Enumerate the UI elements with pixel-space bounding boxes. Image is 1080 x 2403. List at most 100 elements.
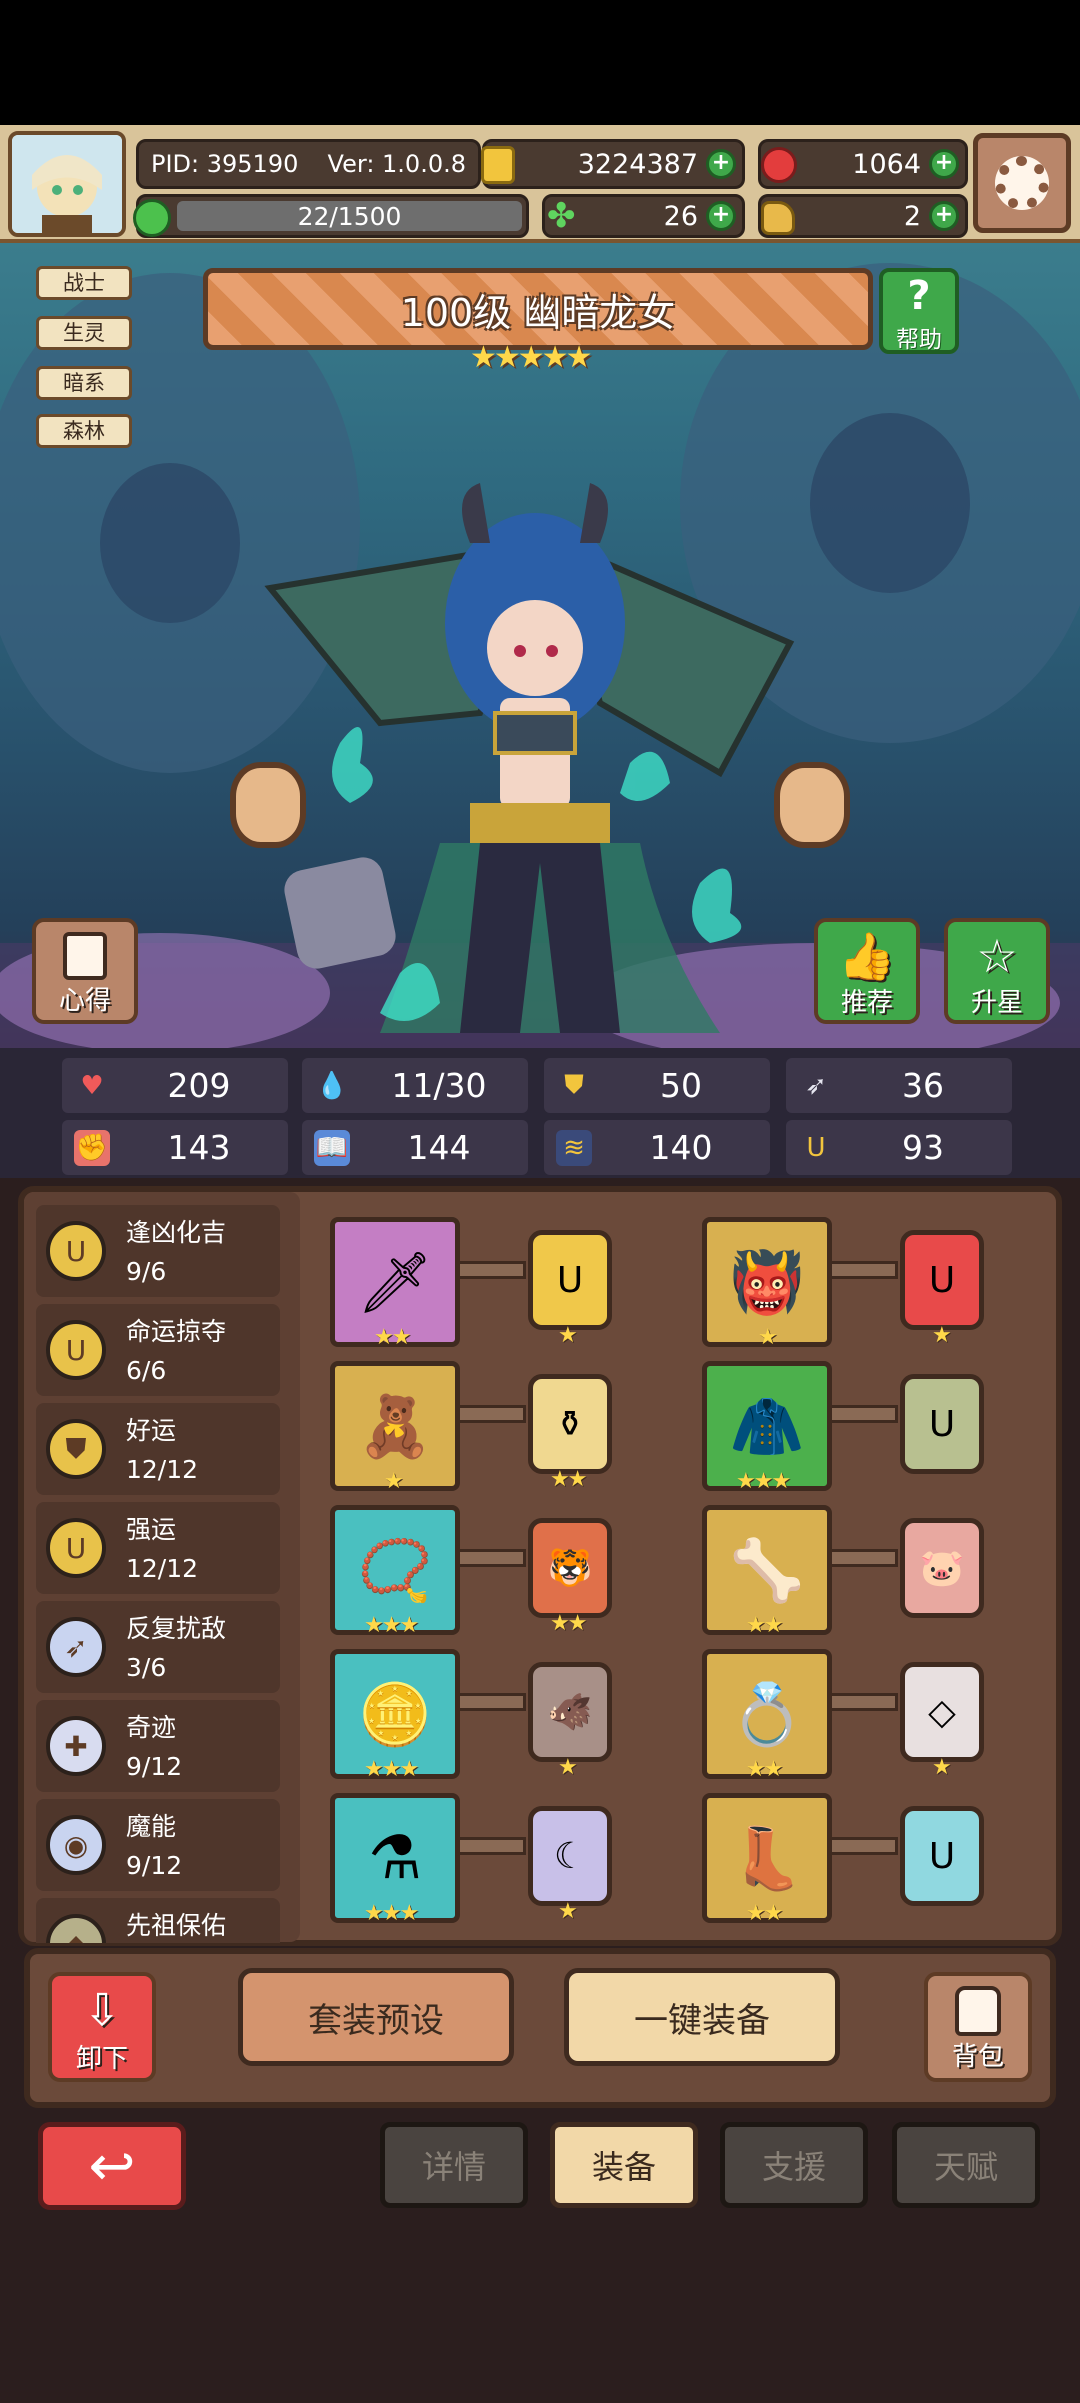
gem-slot[interactable]: 🐗 xyxy=(528,1662,612,1762)
stat-attack: ✊ 143 xyxy=(62,1120,288,1175)
add-ruby-button[interactable]: + xyxy=(929,149,959,179)
item-stars: ★★ xyxy=(746,1613,783,1638)
previous-hero-arrow[interactable] xyxy=(230,762,306,848)
gem-slot[interactable]: ⚱ xyxy=(528,1374,612,1474)
set-item[interactable]: Ս 逢凶化吉 9/6 xyxy=(36,1205,280,1297)
set-name: 先祖保佑 xyxy=(126,1911,227,1940)
ancestor-medal-icon: ◆ xyxy=(46,1914,106,1943)
tag-element: 暗系 xyxy=(36,366,132,400)
pid-label: PID: 395190 xyxy=(151,150,299,178)
back-button[interactable]: ↩ xyxy=(38,2122,186,2210)
set-item[interactable]: Ս 命运掠夺 6/6 xyxy=(36,1304,280,1396)
cyan-gem-icon: Ս xyxy=(928,1835,956,1877)
stamina-value: 22/1500 xyxy=(177,201,522,231)
plus-medal-icon: ✚ xyxy=(46,1716,106,1776)
set-item[interactable]: ✚ 奇迹 9/12 xyxy=(36,1700,280,1792)
bone-wand-icon: 🦴 xyxy=(729,1535,805,1606)
stat-armor: ⛊ 50 xyxy=(544,1058,770,1113)
gem-stars: ★★ xyxy=(550,1611,587,1636)
potion-gem-icon: ⚱ xyxy=(554,1403,586,1445)
gem-slot[interactable]: Ս xyxy=(900,1806,984,1906)
tab-equipment[interactable]: 装备 xyxy=(550,2122,698,2208)
slot-link xyxy=(456,1405,526,1423)
boots-icon: 👢 xyxy=(729,1823,805,1894)
gem-slot[interactable]: 🐯 xyxy=(528,1518,612,1618)
notes-button[interactable]: 心得 xyxy=(32,918,138,1024)
orb-medal-icon: ◉ xyxy=(46,1815,106,1875)
stat-crit-value: 140 xyxy=(649,1128,713,1167)
slot-link xyxy=(456,1693,526,1711)
stat-luck: Ս 93 xyxy=(786,1120,1012,1175)
unequip-label: 卸下 xyxy=(75,2044,128,2074)
gem-slot[interactable]: Ս xyxy=(528,1230,612,1330)
tab-talent-label: 天赋 xyxy=(933,2148,998,2186)
sword-icon: 🗡 xyxy=(356,1247,434,1318)
set-item[interactable]: ◆ 先祖保佑 xyxy=(36,1898,280,1943)
add-clover-button[interactable]: + xyxy=(706,201,736,231)
tab-support[interactable]: 支援 xyxy=(720,2122,868,2208)
equipment-grid: 🗡 ★★ Ս ★ 👹 ★ Ս ★ 🧸 ★ ⚱ ★★ 🧥 ★★★ Ս 📿 ★★★ … xyxy=(318,1205,1052,1935)
gem-slot[interactable]: ◇ xyxy=(900,1662,984,1762)
pid-version-pill: PID: 395190 Ver: 1.0.0.8 xyxy=(136,139,481,189)
gem-slot[interactable]: ☾ xyxy=(528,1806,612,1906)
star-up-button[interactable]: ☆ 升星 xyxy=(944,918,1050,1024)
teddy-bear-icon: 🧸 xyxy=(357,1391,433,1462)
horseshoe-icon: Ս xyxy=(806,1132,826,1163)
set-name: 奇迹 xyxy=(126,1713,177,1742)
return-arrow-icon: ↩ xyxy=(88,2133,136,2199)
gold-coin-icon xyxy=(481,146,515,184)
recommend-button[interactable]: 👍 推荐 xyxy=(814,918,920,1024)
bag-button[interactable]: 背包 xyxy=(924,1972,1032,2082)
gem-stars: ★ xyxy=(932,1755,952,1780)
stamina-clover-icon xyxy=(133,199,171,237)
unequip-button[interactable]: ⇩ 卸下 xyxy=(48,1972,156,2082)
tab-details[interactable]: 详情 xyxy=(380,2122,528,2208)
question-mark-icon: ? xyxy=(907,273,931,319)
gem-slot[interactable]: 🐷 xyxy=(900,1518,984,1618)
add-gold-button[interactable]: + xyxy=(706,149,736,179)
item-stars: ★ xyxy=(758,1325,778,1350)
player-avatar[interactable] xyxy=(8,131,126,237)
gem-slot[interactable]: Ս xyxy=(900,1374,984,1474)
next-hero-arrow[interactable] xyxy=(774,762,850,848)
settings-button[interactable] xyxy=(973,133,1071,233)
tag-class: 战士 xyxy=(36,266,132,300)
pale-horseshoe-gem-icon: Ս xyxy=(928,1403,956,1445)
slot-link xyxy=(828,1405,898,1423)
shield-medal-icon: ⛊ xyxy=(46,1419,106,1479)
four-leaf-clover-icon: ✤ xyxy=(547,196,576,236)
help-button[interactable]: ? 帮助 xyxy=(879,268,959,354)
gem-stars: ★ xyxy=(932,1323,952,1348)
gem-stars: ★ xyxy=(558,1755,578,1780)
help-label: 帮助 xyxy=(896,327,942,353)
bag-label: 背包 xyxy=(951,2042,1004,2072)
set-name: 好运 xyxy=(126,1416,177,1445)
stat-magic: 📖 144 xyxy=(302,1120,528,1175)
spellbook-icon: 📖 xyxy=(314,1129,350,1166)
stat-mana-value: 11/30 xyxy=(391,1066,487,1105)
tab-talent[interactable]: 天赋 xyxy=(892,2122,1040,2208)
stat-speed: ➶ 36 xyxy=(786,1058,1012,1113)
red-gem-icon: Ս xyxy=(928,1259,956,1301)
horseshoe-gem-icon: Ս xyxy=(556,1259,584,1301)
hero-star-rating: ★★★★★ xyxy=(470,340,592,375)
fist-icon: ✊ xyxy=(74,1129,110,1166)
golden-key-icon xyxy=(761,201,795,235)
set-preset-button[interactable]: 套装预设 xyxy=(238,1968,514,2066)
item-stars: ★★ xyxy=(374,1325,411,1350)
item-stars: ★★★ xyxy=(364,1901,419,1926)
slot-link xyxy=(828,1549,898,1567)
set-item[interactable]: ➶ 反复扰敌 3/6 xyxy=(36,1601,280,1693)
auto-equip-button[interactable]: 一键装备 xyxy=(564,1968,840,2066)
luck-medal-icon: Ս xyxy=(46,1221,106,1281)
set-item[interactable]: ⛊ 好运 12/12 xyxy=(36,1403,280,1495)
white-gem-icon: ◇ xyxy=(928,1691,956,1733)
set-item[interactable]: ◉ 魔能 9/12 xyxy=(36,1799,280,1891)
gem-slot[interactable]: Ս xyxy=(900,1230,984,1330)
stat-magic-value: 144 xyxy=(407,1128,471,1167)
set-bonus-list[interactable]: Ս 逢凶化吉 9/6 Ս 命运掠夺 6/6 ⛊ 好运 12/12 Ս 强运 12… xyxy=(36,1205,298,1943)
slot-link xyxy=(456,1837,526,1855)
set-item[interactable]: Ս 强运 12/12 xyxy=(36,1502,280,1594)
add-key-button[interactable]: + xyxy=(929,201,959,231)
set-name: 命运掠夺 xyxy=(126,1317,227,1346)
